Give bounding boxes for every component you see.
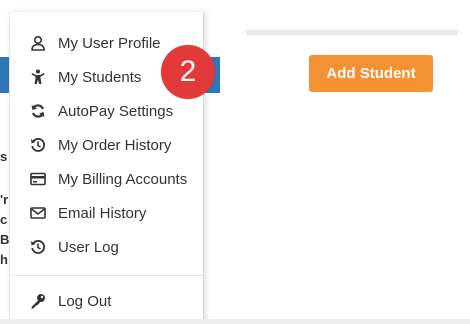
key-icon [30, 293, 46, 309]
step-number-badge: 2 [161, 45, 215, 99]
header-divider [246, 30, 458, 35]
credit-card-icon [30, 171, 46, 187]
background-text-fragment: c [0, 212, 8, 227]
background-text-fragment: s [0, 149, 8, 164]
background-text-fragment: B [0, 232, 10, 247]
background-text-fragment: 'r [0, 192, 9, 207]
history-icon [30, 137, 46, 153]
student-icon [30, 69, 46, 85]
sync-icon [30, 103, 46, 119]
menu-item-log-out[interactable]: Log Out [10, 287, 203, 315]
menu-item-label: My Students [58, 68, 142, 86]
menu-item-label: My Order History [58, 136, 172, 154]
bottom-strip [0, 319, 470, 324]
background-text-fragment: h [0, 252, 8, 267]
history-icon [30, 239, 46, 255]
menu-divider [10, 275, 203, 276]
envelope-icon [30, 205, 46, 221]
menu-item-email-history[interactable]: Email History [10, 199, 203, 227]
menu-item-label: Email History [58, 204, 147, 222]
menu-item-label: My Billing Accounts [58, 170, 188, 188]
menu-item-autopay-settings[interactable]: AutoPay Settings [10, 97, 203, 125]
menu-item-my-order-history[interactable]: My Order History [10, 131, 203, 159]
menu-item-label: My User Profile [58, 34, 161, 52]
menu-item-user-log[interactable]: User Log [10, 233, 203, 261]
menu-item-my-billing-accounts[interactable]: My Billing Accounts [10, 165, 203, 193]
user-icon [30, 35, 46, 51]
menu-item-label: AutoPay Settings [58, 102, 174, 120]
add-student-button[interactable]: Add Student [309, 55, 433, 92]
menu-item-label: User Log [58, 238, 119, 256]
menu-item-label: Log Out [58, 292, 112, 310]
